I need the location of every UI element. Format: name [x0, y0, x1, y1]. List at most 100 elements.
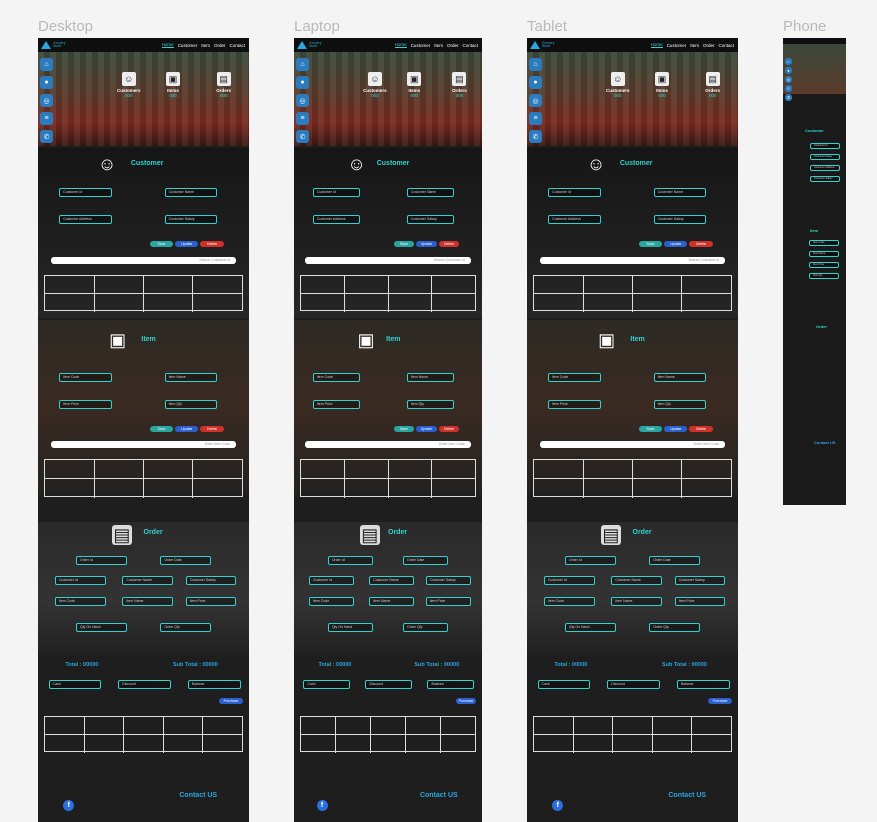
order-field[interactable]: Qty On Hand — [327, 623, 373, 632]
order-field[interactable]: Order Id — [327, 556, 373, 565]
customer-field[interactable]: Customer Address — [312, 215, 360, 224]
globe-icon[interactable]: ◎ — [296, 94, 309, 107]
phone-icon[interactable]: ✆ — [529, 130, 542, 143]
order-field[interactable]: Item Price — [185, 597, 237, 606]
item-delete-button[interactable]: Delete — [689, 426, 713, 432]
payment-field[interactable]: Cash — [303, 680, 351, 689]
user-icon[interactable]: ● — [529, 76, 542, 89]
nav-link-order[interactable]: Order — [703, 43, 715, 48]
order-field[interactable]: Item Name — [369, 597, 415, 606]
globe-icon[interactable]: ◎ — [785, 76, 792, 83]
item-field[interactable]: Item Qty — [164, 400, 218, 409]
purchase-button[interactable]: Purchase — [219, 698, 243, 704]
nav-link-home[interactable]: Home — [161, 42, 174, 48]
item-save-button[interactable]: Save — [149, 426, 174, 432]
nav-link-home[interactable]: Home — [650, 42, 663, 48]
nav-link-order[interactable]: Order — [214, 43, 226, 48]
payment-field[interactable]: Discount — [118, 680, 171, 689]
item-field[interactable]: Item Code — [548, 373, 601, 382]
customer-update-button[interactable]: Update — [175, 241, 199, 247]
customer-field[interactable]: Customer Name — [164, 188, 218, 197]
user-icon[interactable]: ● — [785, 67, 792, 74]
customer-update-button[interactable]: Update — [664, 241, 688, 247]
item-field[interactable]: Item Code — [312, 373, 360, 382]
customer-save-button[interactable]: Save — [638, 241, 663, 247]
order-field[interactable]: Customer Name — [369, 576, 415, 585]
list-icon[interactable]: ≡ — [529, 112, 542, 125]
phone-item-field[interactable]: Item Name — [809, 251, 839, 257]
phone-icon[interactable]: ✆ — [785, 94, 792, 101]
customer-search-input[interactable]: Search Customer Id — [305, 257, 471, 264]
payment-field[interactable]: Balance — [187, 680, 241, 689]
order-field[interactable]: Customer Name — [611, 576, 663, 585]
home-icon[interactable]: ⌂ — [785, 58, 792, 65]
customer-search-input[interactable]: Search Customer Id — [50, 257, 237, 264]
order-field[interactable]: Order Qty — [403, 623, 449, 632]
phone-item-field[interactable]: Item Code — [809, 240, 839, 246]
customer-field[interactable]: Customer Address — [59, 215, 112, 224]
payment-field[interactable]: Discount — [365, 680, 413, 689]
order-field[interactable]: Customer Salary — [425, 576, 471, 585]
customer-delete-button[interactable]: Delete — [200, 241, 224, 247]
user-icon[interactable]: ● — [40, 76, 53, 89]
payment-field[interactable]: Cash — [537, 680, 591, 689]
order-field[interactable]: Qty On Hand — [75, 623, 127, 632]
list-icon[interactable]: ≡ — [785, 85, 792, 92]
globe-icon[interactable]: ◎ — [529, 94, 542, 107]
item-field[interactable]: Item Name — [164, 373, 218, 382]
phone-customer-field[interactable]: Customer Name — [810, 154, 840, 160]
customer-update-button[interactable]: Update — [416, 241, 437, 247]
order-field[interactable]: Item Name — [611, 597, 663, 606]
home-icon[interactable]: ⌂ — [529, 58, 542, 71]
nav-link-contact[interactable]: Contact — [462, 43, 478, 48]
order-field[interactable]: Order Date — [403, 556, 449, 565]
item-save-button[interactable]: Save — [393, 426, 415, 432]
order-field[interactable]: Order Id — [564, 556, 616, 565]
item-field[interactable]: Item Name — [653, 373, 707, 382]
customer-field[interactable]: Customer Salary — [406, 215, 454, 224]
customer-field[interactable]: Customer Id — [59, 188, 112, 197]
payment-field[interactable]: Cash — [48, 680, 102, 689]
phone-item-field[interactable]: Item Qty — [809, 273, 839, 279]
customer-field[interactable]: Customer Salary — [653, 215, 707, 224]
item-delete-button[interactable]: Delete — [200, 426, 224, 432]
purchase-button[interactable]: Purchase — [455, 698, 477, 704]
item-field[interactable]: Item Code — [59, 373, 112, 382]
order-field[interactable]: Order Date — [160, 556, 211, 565]
item-update-button[interactable]: Update — [416, 426, 437, 432]
order-field[interactable]: Customer Id — [543, 576, 595, 585]
nav-link-home[interactable]: Home — [394, 42, 407, 48]
order-field[interactable]: Item Code — [54, 597, 106, 606]
item-field[interactable]: Item Price — [548, 400, 601, 409]
nav-link-order[interactable]: Order — [447, 43, 459, 48]
order-field[interactable]: Item Name — [122, 597, 174, 606]
payment-field[interactable]: Balance — [427, 680, 475, 689]
item-field[interactable]: Item Qty — [406, 400, 454, 409]
order-field[interactable]: Customer Id — [309, 576, 355, 585]
order-field[interactable]: Item Price — [674, 597, 726, 606]
item-update-button[interactable]: Update — [664, 426, 688, 432]
phone-customer-field[interactable]: Customer Id — [810, 143, 840, 149]
globe-icon[interactable]: ◎ — [40, 94, 53, 107]
item-field[interactable]: Item Name — [406, 373, 454, 382]
item-search-input[interactable]: Enter Item Code — [50, 441, 237, 448]
order-field[interactable]: Qty On Hand — [564, 623, 616, 632]
customer-field[interactable]: Customer Name — [406, 188, 454, 197]
order-field[interactable]: Order Qty — [649, 623, 700, 632]
home-icon[interactable]: ⌂ — [296, 58, 309, 71]
order-field[interactable]: Customer Salary — [674, 576, 726, 585]
payment-field[interactable]: Discount — [607, 680, 660, 689]
facebook-icon[interactable]: f — [552, 800, 564, 811]
list-icon[interactable]: ≡ — [40, 112, 53, 125]
home-icon[interactable]: ⌂ — [40, 58, 53, 71]
customer-delete-button[interactable]: Delete — [689, 241, 713, 247]
phone-customer-field[interactable]: Customer Salary — [810, 176, 840, 182]
order-field[interactable]: Item Price — [425, 597, 471, 606]
nav-link-contact[interactable]: Contact — [718, 43, 734, 48]
customer-save-button[interactable]: Save — [149, 241, 174, 247]
nav-link-item[interactable]: Item — [201, 43, 210, 48]
customer-delete-button[interactable]: Delete — [438, 241, 460, 247]
nav-link-item[interactable]: Item — [690, 43, 699, 48]
item-delete-button[interactable]: Delete — [438, 426, 460, 432]
order-field[interactable]: Customer Id — [54, 576, 106, 585]
